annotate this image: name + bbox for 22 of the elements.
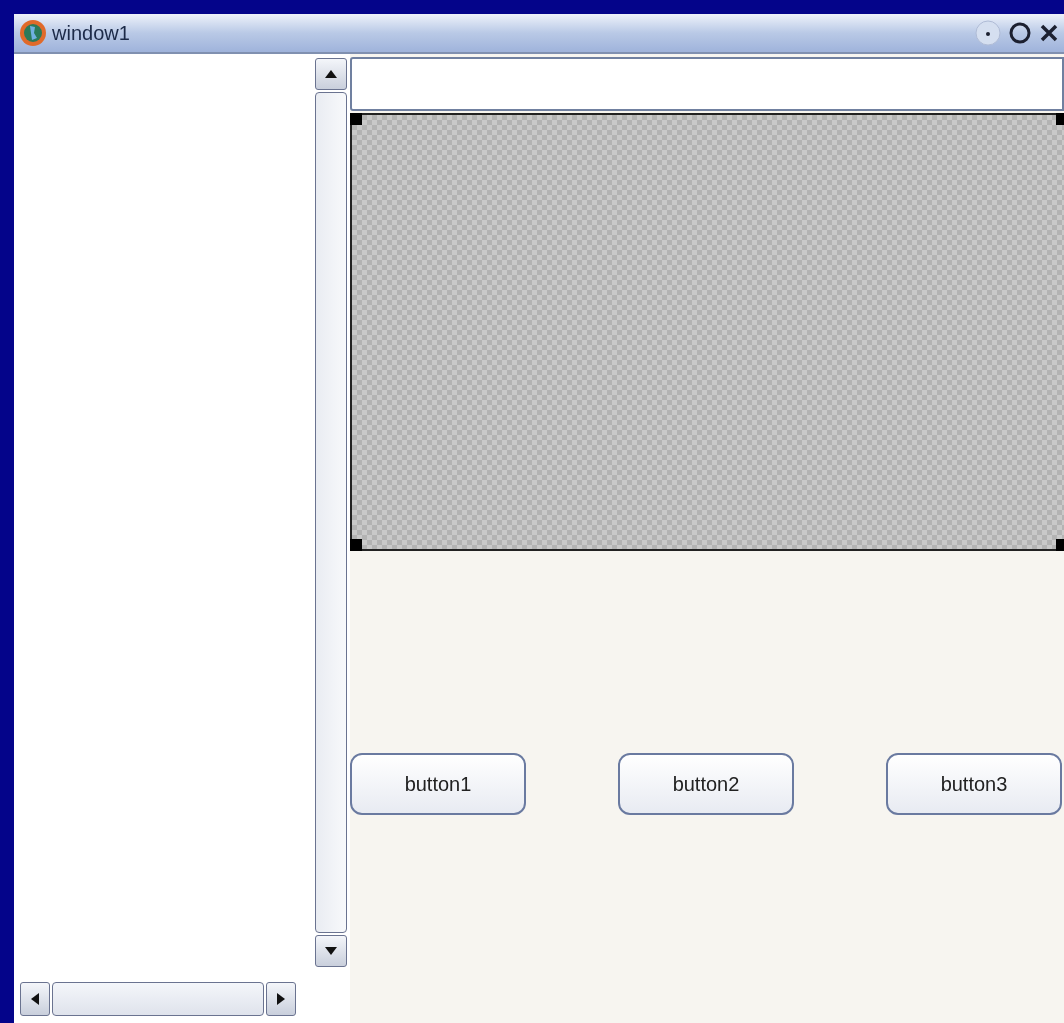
resize-handle[interactable] (350, 539, 362, 551)
scroll-up-button[interactable] (315, 58, 347, 90)
push-button[interactable]: button1 (350, 753, 526, 815)
window-title: window1 (52, 21, 130, 46)
right-arrow-icon (277, 993, 285, 1005)
left-arrow-icon (31, 993, 39, 1005)
vertical-scrollbar[interactable] (312, 54, 350, 975)
push-button[interactable]: button2 (618, 753, 794, 815)
app-icon (18, 18, 48, 48)
up-arrow-icon (325, 70, 337, 78)
scroll-down-button[interactable] (315, 935, 347, 967)
down-arrow-icon (325, 947, 337, 955)
resize-handle[interactable] (350, 113, 362, 125)
horizontal-scrollbar[interactable] (14, 975, 350, 1023)
push-button[interactable]: button3 (886, 753, 1062, 815)
text-input[interactable] (350, 57, 1064, 111)
horizontal-scroll-thumb[interactable] (52, 982, 264, 1016)
scroll-thumb[interactable] (315, 92, 347, 933)
resize-handle[interactable] (1056, 113, 1064, 125)
resize-handle[interactable] (1056, 539, 1064, 551)
scroll-right-button[interactable] (266, 982, 296, 1016)
scroll-left-button[interactable] (20, 982, 50, 1016)
